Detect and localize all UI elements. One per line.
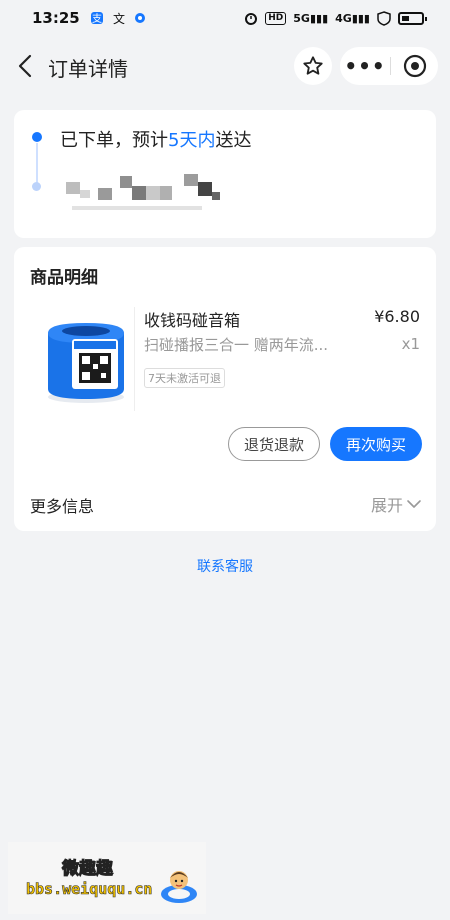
product-price: ¥6.80 — [374, 307, 420, 326]
expand-label: 展开 — [370, 496, 403, 515]
mascot-icon — [161, 871, 197, 903]
goods-detail-card: 商品明细 收钱码碰音箱 ¥6.80 扫碰播报三合一 赠两年流... x1 7天未… — [14, 247, 436, 531]
order-status-prefix: 已下单，预计 — [60, 130, 168, 151]
mini-program-capsule: ••• — [340, 47, 438, 85]
timeline-line — [36, 143, 38, 185]
shield-icon — [377, 10, 391, 26]
goods-section-title: 商品明细 — [30, 268, 98, 288]
battery-icon — [398, 11, 427, 25]
svg-text:文: 文 — [113, 11, 125, 25]
status-app-icons: 支 文 — [90, 11, 146, 25]
timeline-dot-inactive — [32, 182, 41, 191]
alipay-icon: 支 — [90, 12, 103, 25]
signal-4g-label: 4G — [335, 11, 352, 25]
product-image[interactable] — [34, 305, 138, 409]
product-name[interactable]: 收钱码碰音箱 — [144, 307, 240, 331]
rebuy-button[interactable]: 再次购买 — [330, 427, 422, 461]
signal-5g-icon: 5G▮▮▮ — [293, 11, 329, 25]
return-policy-tag: 7天未激活可退 — [144, 368, 225, 388]
back-button[interactable] — [14, 52, 38, 80]
watermark-url: bbs.weiququ.cn — [26, 880, 153, 899]
product-quantity: x1 — [401, 335, 420, 353]
favorite-button[interactable] — [294, 47, 332, 85]
status-bar: 13:25 支 文 HD 5G▮▮▮ 4G▮▮▮ — [0, 0, 450, 36]
close-mini-program-button[interactable] — [391, 47, 438, 85]
signal-4g-icon: 4G▮▮▮ — [335, 11, 370, 25]
chevron-left-icon — [18, 54, 32, 78]
settings-badge-icon — [134, 13, 145, 23]
more-options-button[interactable]: ••• — [340, 47, 390, 85]
refund-button[interactable]: 退货退款 — [228, 427, 320, 461]
timeline-dot-active — [32, 132, 42, 142]
nav-header: 订单详情 ••• — [0, 40, 450, 92]
product-description: 扫碰播报三合一 赠两年流... — [144, 336, 329, 354]
star-icon — [303, 56, 323, 75]
status-time: 13:25 — [32, 9, 80, 27]
target-icon — [403, 54, 426, 78]
order-status-card: 已下单，预计5天内送达 — [14, 110, 436, 238]
hd-icon: HD — [265, 11, 287, 25]
page-title: 订单详情 — [48, 57, 128, 81]
contact-customer-service-link[interactable]: 联系客服 — [0, 556, 450, 576]
translate-icon: 文 — [113, 11, 125, 25]
alarm-icon — [245, 13, 258, 25]
watermark-title: 微趣趣 — [62, 859, 114, 880]
svg-text:支: 支 — [92, 13, 102, 25]
site-watermark: 微趣趣 bbs.weiququ.cn — [8, 842, 206, 914]
redacted-address-mosaic — [66, 172, 226, 216]
delivery-eta: 5天内 — [168, 130, 216, 151]
more-info-label: 更多信息 — [30, 497, 95, 516]
chevron-down-icon — [407, 500, 421, 508]
order-status-text: 已下单，预计5天内送达 — [60, 126, 251, 152]
image-divider — [134, 307, 135, 411]
status-right-icons: HD 5G▮▮▮ 4G▮▮▮ — [244, 10, 427, 26]
expand-toggle[interactable]: 展开 — [371, 492, 422, 516]
order-status-suffix: 送达 — [215, 130, 252, 151]
signal-5g-label: 5G — [293, 11, 310, 25]
